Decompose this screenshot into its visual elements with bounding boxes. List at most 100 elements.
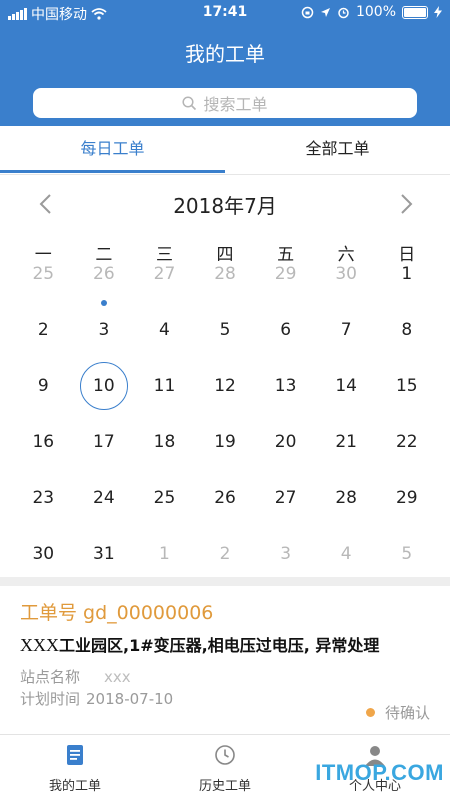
calendar-day-number: 29 (274, 264, 297, 284)
calendar-day-number: 2 (37, 320, 49, 340)
calendar-day[interactable]: 29 (376, 470, 437, 526)
calendar-day-number: 8 (401, 320, 413, 340)
calendar-day-number: 29 (395, 488, 418, 508)
calendar-day[interactable]: 18 (134, 414, 195, 470)
calendar-day[interactable]: 4 (316, 526, 377, 582)
calendar-day[interactable]: 3 (255, 526, 316, 582)
battery-icon (402, 5, 428, 19)
calendar-day-number: 5 (401, 544, 413, 564)
status-badge: 待确认 (365, 702, 430, 723)
calendar-day-number: 1 (401, 264, 413, 284)
calendar-day-number: 31 (93, 544, 115, 564)
calendar-day[interactable]: 5 (376, 526, 437, 582)
order-card[interactable]: 工单号 gd_00000006 XXX工业园区,1#变压器,相电压过电压, 异常… (0, 586, 450, 732)
calendar-day[interactable]: 27 (255, 470, 316, 526)
calendar-day-number: 19 (214, 432, 236, 452)
calendar-day-selected[interactable]: 10 (74, 358, 135, 414)
calendar-day[interactable]: 20 (255, 414, 316, 470)
calendar-day-number: 16 (32, 432, 55, 452)
calendar-day[interactable]: 30 (13, 526, 74, 582)
order-number: 工单号 gd_00000006 (20, 602, 214, 624)
calendar-day[interactable]: 1 (376, 246, 437, 302)
charging-icon (434, 6, 442, 18)
calendar-day[interactable]: 1 (134, 526, 195, 582)
calendar-day[interactable]: 28 (316, 470, 377, 526)
battery-percent: 100% (355, 4, 396, 20)
calendar-day-number: 28 (335, 488, 357, 508)
calendar-day[interactable]: 5 (195, 302, 256, 358)
calendar-day-number: 25 (153, 488, 176, 508)
calendar-day-number: 27 (274, 488, 297, 508)
calendar-week-row: 16 17 18 19 20 21 22 (13, 414, 437, 470)
calendar-day[interactable]: 4 (134, 302, 195, 358)
calendar-day-number: 30 (335, 264, 357, 284)
nav-history-orders[interactable]: 历史工单 (150, 735, 300, 801)
calendar-day[interactable]: 14 (316, 358, 377, 414)
calendar-day[interactable]: 9 (13, 358, 74, 414)
calendar-day[interactable]: 27 (134, 246, 195, 302)
calendar-day[interactable]: 15 (376, 358, 437, 414)
calendar-day[interactable]: 3 (74, 300, 135, 358)
calendar-day[interactable]: 21 (316, 414, 377, 470)
order-description-text: 工业园区,1#变压器,相电压过电压, 异常处理 (59, 636, 380, 655)
calendar-day-number: 4 (159, 320, 170, 340)
calendar-day-number: 12 (214, 376, 236, 396)
calendar-day[interactable]: 17 (74, 414, 135, 470)
calendar-day[interactable]: 2 (195, 526, 256, 582)
calendar-day[interactable]: 6 (255, 302, 316, 358)
header-bar: 中国移动 17:41 100% 我的工单 搜索工单 (0, 0, 450, 126)
calendar-day[interactable]: 22 (376, 414, 437, 470)
calendar-day[interactable]: 12 (195, 358, 256, 414)
location-icon (320, 7, 330, 17)
plan-time-value: 2018-07-10 (86, 690, 174, 708)
calendar-week-row: 23 24 25 26 27 28 29 (13, 470, 437, 526)
plan-time-field: 计划时间 2018-07-10 (20, 688, 173, 709)
calendar-day-number: 26 (93, 264, 115, 284)
calendar-day[interactable]: 8 (376, 302, 437, 358)
calendar-day[interactable]: 31 (74, 526, 135, 582)
calendar-day-number: 3 (280, 544, 292, 564)
watermark: ITMOP.COM (315, 760, 444, 785)
calendar-day-number: 24 (93, 488, 115, 508)
calendar-day-number: 18 (153, 432, 176, 452)
calendar-day-number: 28 (214, 264, 236, 284)
search-placeholder: 搜索工单 (203, 95, 268, 114)
calendar-day[interactable]: 26 (74, 246, 135, 302)
search-input[interactable]: 搜索工单 (33, 88, 417, 118)
event-dot-icon (100, 300, 107, 306)
tab-daily-orders[interactable]: 每日工单 (0, 126, 225, 174)
calendar-day[interactable]: 25 (13, 246, 74, 302)
nav-my-orders[interactable]: 我的工单 (0, 735, 150, 801)
search-icon (182, 95, 197, 110)
calendar-week-row: 2 3 4 5 6 7 8 (13, 300, 437, 358)
calendar-day[interactable]: 29 (255, 246, 316, 302)
calendar-day[interactable]: 19 (195, 414, 256, 470)
calendar-day[interactable]: 25 (134, 470, 195, 526)
calendar-day-number: 6 (280, 320, 292, 340)
tab-all-orders[interactable]: 全部工单 (225, 126, 450, 174)
calendar-day-number: 9 (37, 376, 49, 396)
active-tab-indicator (0, 170, 225, 173)
calendar-day[interactable]: 26 (195, 470, 256, 526)
calendar-day[interactable]: 13 (255, 358, 316, 414)
calendar-day[interactable]: 23 (13, 470, 74, 526)
calendar-day[interactable]: 2 (13, 302, 74, 358)
section-divider (0, 577, 450, 586)
calendar-day-number: 21 (335, 432, 357, 452)
calendar-day-number: 15 (395, 376, 418, 396)
calendar-day-number: 25 (32, 264, 55, 284)
calendar-day[interactable]: 7 (316, 302, 377, 358)
calendar-day-number: 14 (335, 376, 357, 396)
status-right: 100% (301, 4, 442, 20)
calendar-day[interactable]: 30 (316, 246, 377, 302)
calendar-day[interactable]: 11 (134, 358, 195, 414)
nav-history-orders-label: 历史工单 (198, 779, 251, 794)
calendar-day[interactable]: 24 (74, 470, 135, 526)
calendar-header: 2018年7月 (0, 184, 450, 224)
calendar-month-title: 2018年7月 (173, 194, 277, 218)
calendar-day[interactable]: 16 (13, 414, 74, 470)
chevron-right-icon[interactable] (392, 190, 420, 218)
calendar-day[interactable]: 28 (195, 246, 256, 302)
calendar-week-row: 9 10 11 12 13 14 15 (13, 358, 437, 414)
calendar-day-number: 22 (395, 432, 418, 452)
